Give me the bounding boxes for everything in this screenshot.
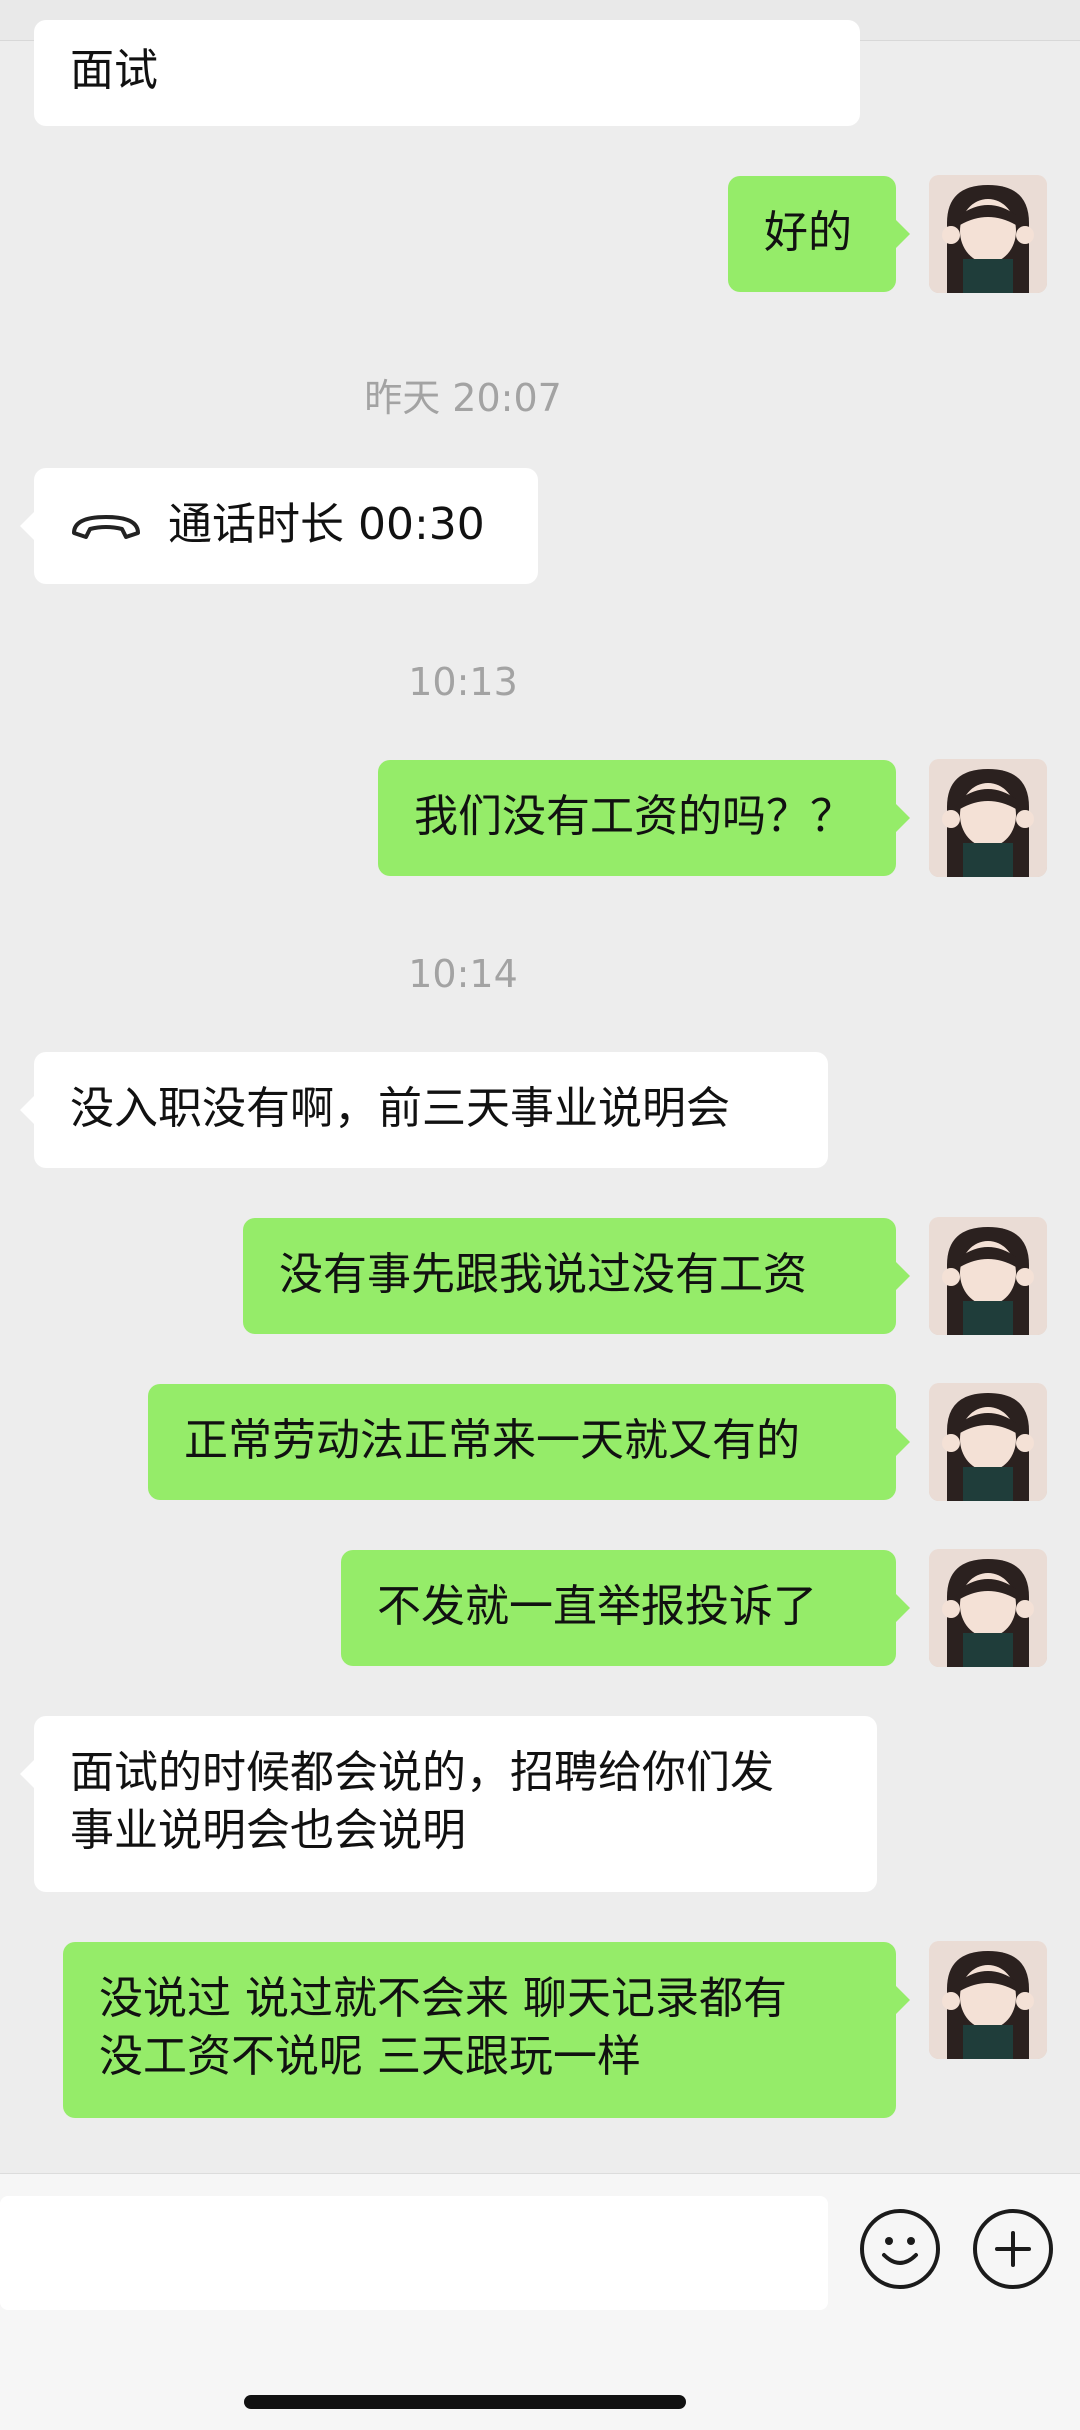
call-record-row: 通话时长 00:30 [70,496,502,554]
timestamp: 10:14 [408,952,518,996]
message-text: 没有事先跟我说过没有工资 [279,1249,807,1300]
plus-icon [995,2231,1031,2267]
message-text: 正常劳动法正常来一天就又有的 [184,1415,800,1466]
call-duration-text: 通话时长 00:30 [168,499,485,550]
user-avatar[interactable] [929,1217,1047,1335]
message-bubble-outgoing[interactable]: 我们没有工资的吗？？ [378,760,910,876]
emoji-button[interactable] [860,2209,940,2289]
message-bubble-incoming[interactable]: 没入职没有啊，前三天事业说明会 [20,1052,828,1168]
avatar-image [929,1383,1047,1501]
phone-hangup-icon [72,515,140,539]
emoji-icon [882,2237,918,2265]
message-text: 我们没有工资的吗？？ [414,791,854,842]
call-record-bubble[interactable]: 通话时长 00:30 [20,468,538,584]
message-text: 好的 [764,207,852,258]
home-indicator[interactable] [244,2395,686,2409]
message-bubble-outgoing[interactable]: 正常劳动法正常来一天就又有的 [148,1384,910,1500]
message-bubble-outgoing[interactable]: 没说过 说过就不会来 聊天记录都有 没工资不说呢 三天跟玩一样 [63,1942,910,2118]
message-text-line: 面试的时候都会说的，招聘给你们发 [70,1747,774,1798]
avatar-image [929,1549,1047,1667]
message-text-line: 事业说明会也会说明 [70,1805,466,1856]
avatar-image [929,759,1047,877]
user-avatar[interactable] [929,1383,1047,1501]
user-avatar[interactable] [929,759,1047,877]
user-avatar[interactable] [929,1941,1047,2059]
avatar-image [929,1217,1047,1335]
message-bubble-outgoing[interactable]: 好的 [728,176,910,292]
user-avatar[interactable] [929,175,1047,293]
message-bubble-outgoing[interactable]: 没有事先跟我说过没有工资 [243,1218,910,1334]
message-text-line: 没工资不说呢 三天跟玩一样 [99,2031,641,2082]
timestamp: 昨天 20:07 [364,376,562,420]
timestamp: 10:13 [408,660,518,704]
chat-input-bar [0,2173,1080,2430]
message-text: 面试 [70,45,158,96]
message-bubble-incoming[interactable]: 面试的时候都会说的，招聘给你们发 事业说明会也会说明 [20,1716,877,1892]
message-text: 不发就一直举报投诉了 [377,1581,817,1632]
avatar-image [929,1941,1047,2059]
user-avatar[interactable] [929,1549,1047,1667]
avatar-image [929,175,1047,293]
message-input[interactable] [0,2196,828,2310]
message-bubble-outgoing[interactable]: 不发就一直举报投诉了 [341,1550,910,1666]
message-bubble-incoming[interactable]: 面试 [34,20,860,126]
message-text: 没入职没有啊，前三天事业说明会 [70,1083,730,1134]
plus-button[interactable] [973,2209,1053,2289]
message-text-line: 没说过 说过就不会来 聊天记录都有 [99,1973,787,2024]
